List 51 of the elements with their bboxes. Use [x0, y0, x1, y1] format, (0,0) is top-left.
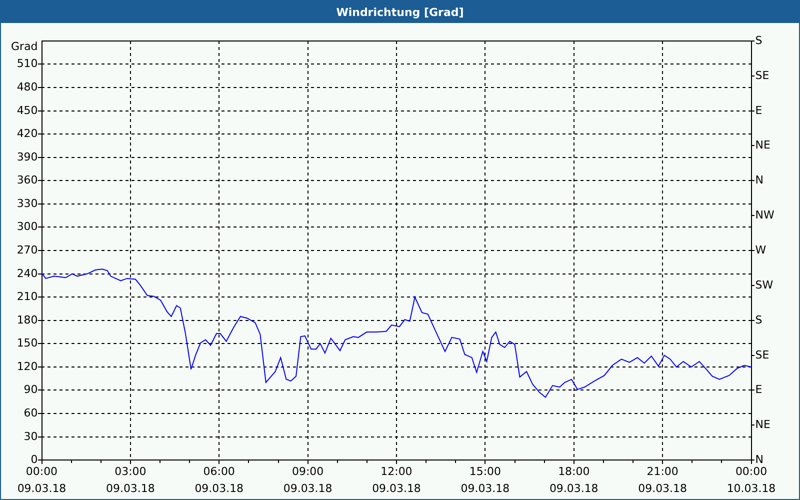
x-axis-date-label: 09.03.18	[106, 482, 155, 496]
y-axis-tick-label: 240	[16, 266, 38, 280]
compass-tick-label: NW	[755, 208, 774, 222]
compass-tick-label: SE	[755, 348, 770, 362]
y-axis-tick-label: 360	[16, 174, 38, 187]
y-axis-tick-label: 210	[16, 290, 38, 304]
x-axis-tick-label: 00:00	[735, 465, 768, 478]
y-axis-tick-label: 390	[16, 150, 38, 164]
compass-tick-label: E	[755, 104, 762, 117]
y-axis-tick-label: 480	[16, 80, 38, 94]
x-axis-tick-label: 12:00	[380, 465, 412, 478]
compass-tick-label: S	[755, 34, 762, 47]
compass-tick-label: S	[755, 313, 762, 326]
y-axis-tick-label: 150	[16, 336, 38, 350]
y-axis-tick-label: 510	[16, 57, 38, 70]
y-axis-tick-label: 120	[16, 360, 38, 373]
compass-tick-label: SW	[755, 278, 774, 292]
compass-tick-label: E	[755, 383, 762, 396]
x-axis-date-label: 10.03.18	[726, 482, 776, 496]
compass-tick-label: NE	[755, 138, 770, 152]
y-axis-tick-label: 330	[16, 196, 38, 210]
y-axis-title: Grad	[11, 40, 38, 53]
compass-tick-label: SE	[755, 68, 770, 82]
y-axis-tick-label: 270	[16, 244, 38, 257]
y-axis-tick-label: 180	[16, 313, 38, 326]
y-axis-tick-label: 60	[24, 406, 38, 420]
compass-tick-label: N	[755, 174, 764, 187]
y-axis-tick-label: 90	[24, 383, 38, 396]
x-axis-date-label: 09.03.18	[283, 482, 332, 496]
compass-tick-label: NE	[755, 418, 770, 432]
x-axis-tick-label: 21:00	[646, 465, 678, 478]
y-axis-tick-label: 420	[16, 127, 38, 140]
x-axis-tick-label: 15:00	[469, 465, 501, 478]
y-axis-tick-label: 300	[16, 220, 38, 234]
y-axis-tick-label: 30	[24, 430, 38, 443]
x-axis-date-label: 09.03.18	[17, 482, 66, 496]
x-axis-tick-label: 03:00	[114, 465, 146, 478]
x-axis-tick-label: 06:00	[203, 465, 235, 478]
x-axis-tick-label: 09:00	[292, 465, 324, 478]
compass-tick-label: N	[755, 453, 764, 466]
x-axis-date-label: 09.03.18	[194, 482, 244, 496]
compass-tick-label: W	[755, 244, 766, 257]
x-axis-date-label: 09.03.18	[372, 482, 421, 496]
window-title: Windrichtung [Grad]	[336, 6, 464, 18]
x-axis-date-label: 09.03.18	[460, 482, 510, 496]
x-axis-tick-label: 00:00	[26, 465, 58, 478]
x-axis-date-label: 09.03.18	[638, 482, 687, 496]
x-axis-date-label: 09.03.18	[549, 482, 598, 496]
y-axis-tick-label: 450	[16, 104, 38, 117]
x-axis-tick-label: 18:00	[558, 465, 590, 478]
y-axis-tick-label: 0	[30, 453, 38, 466]
